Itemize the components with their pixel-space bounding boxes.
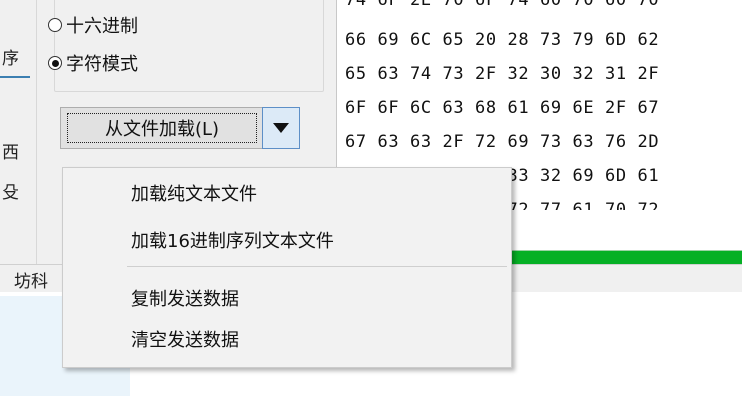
- left-strip: 序 西 殳: [0, 0, 37, 292]
- hex-line: 74 6F 2E 70 6F 74 60 70 60 70: [345, 0, 660, 10]
- left-strip-label: 殳: [2, 183, 19, 203]
- menu-item-label: 加载纯文本文件: [131, 184, 257, 205]
- menu-item-label: 清空发送数据: [131, 330, 239, 351]
- hex-line: 67 63 63 2F 72 69 73 63 76 2D: [345, 132, 660, 152]
- load-from-file-button[interactable]: 从文件加载(L): [60, 107, 264, 149]
- radio-char-mode-label: 字符模式: [66, 54, 138, 75]
- left-strip-tab-indicator: [0, 76, 30, 78]
- load-from-file-label: 从文件加载(L): [67, 113, 257, 143]
- left-strip-label: 西: [2, 143, 19, 163]
- menu-item-load-hex-text[interactable]: 加载16进制序列文本文件: [63, 223, 511, 257]
- radio-hex[interactable]: 十六进制: [48, 12, 138, 38]
- menu-item-copy-send-data[interactable]: 复制发送数据: [63, 281, 511, 315]
- hex-line: 66 69 6C 65 20 28 73 79 6D 62: [345, 30, 660, 50]
- status-text: 坊科: [14, 272, 48, 292]
- menu-item-clear-send-data[interactable]: 清空发送数据: [63, 322, 511, 356]
- menu-item-load-plain-text[interactable]: 加载纯文本文件: [63, 176, 511, 210]
- hex-line: 6F 6F 6C 63 68 61 69 6E 2F 67: [345, 98, 660, 118]
- context-menu: 加载纯文本文件 加载16进制序列文本文件 复制发送数据 清空发送数据: [62, 167, 512, 368]
- hex-line: 65 63 74 73 2F 32 30 32 31 2F: [345, 64, 660, 84]
- radio-circle-selected[interactable]: [48, 56, 62, 70]
- chevron-down-icon: [273, 123, 289, 133]
- load-dropdown-button[interactable]: [262, 107, 300, 149]
- left-strip-label: 序: [2, 49, 19, 69]
- menu-item-label: 复制发送数据: [131, 289, 239, 310]
- menu-separator: [127, 266, 507, 267]
- radio-circle[interactable]: [48, 18, 62, 32]
- menu-item-label: 加载16进制序列文本文件: [131, 231, 334, 252]
- radio-char-mode[interactable]: 字符模式: [48, 50, 138, 76]
- radio-hex-label: 十六进制: [66, 16, 138, 37]
